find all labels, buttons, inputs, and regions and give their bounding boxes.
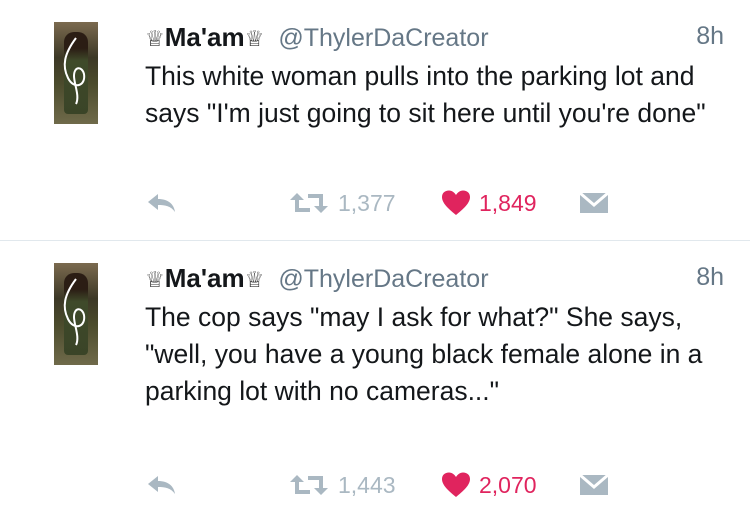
retweet-button[interactable]: 1,377 xyxy=(288,186,396,220)
direct-message-icon xyxy=(579,474,609,495)
display-name[interactable]: Ma'am xyxy=(165,22,245,52)
reply-icon xyxy=(148,476,175,494)
reply-icon xyxy=(148,194,175,212)
retweet-icon xyxy=(290,475,328,495)
direct-message-button[interactable] xyxy=(579,468,609,502)
retweet-count: 1,443 xyxy=(338,471,396,498)
crown-icon: ♕ xyxy=(244,26,265,51)
tweet-header: ♕Ma'am♕ @ThylerDaCreator xyxy=(145,22,489,52)
retweet-count: 1,377 xyxy=(338,189,396,216)
direct-message-button[interactable] xyxy=(579,186,609,220)
retweet-icon xyxy=(290,193,328,213)
avatar[interactable] xyxy=(54,263,98,365)
tweet-text: The cop says "may I ask for what?" She s… xyxy=(145,302,703,406)
avatar[interactable] xyxy=(54,22,98,124)
crown-icon: ♕ xyxy=(244,267,265,292)
reply-button[interactable] xyxy=(145,468,177,502)
user-handle[interactable]: @ThylerDaCreator xyxy=(278,24,488,52)
tweet-header: ♕Ma'am♕ @ThylerDaCreator xyxy=(145,263,489,293)
tweet[interactable]: ♕Ma'am♕ @ThylerDaCreator 8h This white wo… xyxy=(0,0,750,240)
retweet-button[interactable]: 1,443 xyxy=(288,468,396,502)
tweet-text: This white woman pulls into the parking … xyxy=(145,61,706,128)
heart-icon xyxy=(442,472,470,497)
like-button[interactable]: 1,849 xyxy=(441,186,537,220)
like-button[interactable]: 2,070 xyxy=(441,468,537,502)
tweet[interactable]: ♕Ma'am♕ @ThylerDaCreator 8h The cop says … xyxy=(0,241,750,515)
like-count: 2,070 xyxy=(479,471,537,498)
like-count: 1,849 xyxy=(479,189,537,216)
display-name[interactable]: Ma'am xyxy=(165,263,245,293)
direct-message-icon xyxy=(579,192,609,213)
crown-icon: ♕ xyxy=(145,26,165,51)
tweet-timestamp[interactable]: 8h xyxy=(696,263,724,292)
reply-button[interactable] xyxy=(145,186,177,220)
tweet-timestamp[interactable]: 8h xyxy=(696,22,724,51)
heart-icon xyxy=(442,190,470,215)
user-handle[interactable]: @ThylerDaCreator xyxy=(278,265,488,293)
crown-icon: ♕ xyxy=(145,267,165,292)
